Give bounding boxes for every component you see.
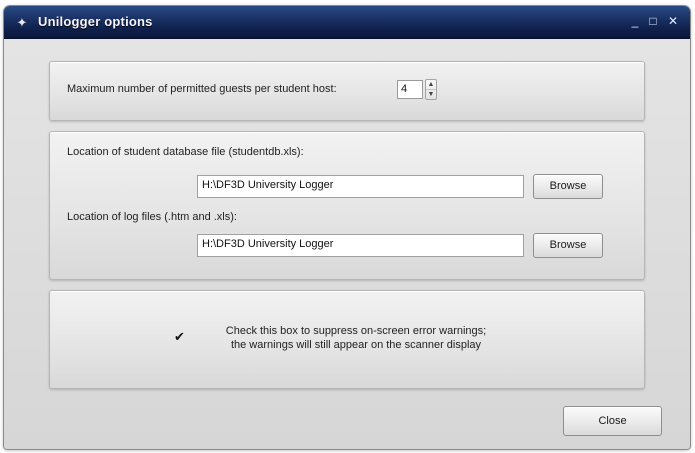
browse-student-db-button[interactable]: Browse: [533, 174, 603, 199]
window-title: Unilogger options: [38, 14, 153, 29]
log-files-path-field[interactable]: H:\DF3D University Logger: [197, 234, 524, 257]
spin-down-icon[interactable]: ▼: [426, 90, 436, 99]
browse-log-files-button[interactable]: Browse: [533, 233, 603, 258]
title-bar[interactable]: ✦ Unilogger options _ □ ✕: [4, 6, 690, 39]
suppress-warnings-line-1: Check this box to suppress on-screen err…: [225, 325, 487, 337]
warnings-panel: ✔ Check this box to suppress on-screen e…: [49, 290, 645, 389]
options-window: ✦ Unilogger options _ □ ✕ Maximum number…: [4, 6, 690, 449]
close-button[interactable]: Close: [563, 406, 662, 436]
suppress-warnings-checkbox[interactable]: ✔: [174, 330, 187, 343]
suppress-warnings-line-2: the warnings will still appear on the sc…: [230, 339, 482, 351]
close-icon[interactable]: ✕: [666, 14, 680, 28]
app-icon: ✦: [16, 15, 28, 30]
maximize-icon[interactable]: □: [646, 14, 660, 28]
spin-up-icon[interactable]: ▲: [426, 80, 436, 90]
locations-panel: Location of student database file (stude…: [49, 131, 645, 280]
max-guests-spinner: ▲ ▼: [425, 79, 437, 100]
max-guests-input[interactable]: 4: [397, 80, 423, 99]
suppress-warnings-label[interactable]: Check this box to suppress on-screen err…: [196, 324, 516, 352]
student-db-label: Location of student database file (stude…: [67, 146, 304, 158]
minimize-icon[interactable]: _: [628, 14, 642, 28]
guests-panel: Maximum number of permitted guests per s…: [49, 61, 645, 121]
log-files-label: Location of log files (.htm and .xls):: [67, 211, 237, 223]
dialog-body: Maximum number of permitted guests per s…: [4, 39, 690, 449]
max-guests-label: Maximum number of permitted guests per s…: [67, 83, 337, 95]
student-db-path-field[interactable]: H:\DF3D University Logger: [197, 175, 524, 198]
